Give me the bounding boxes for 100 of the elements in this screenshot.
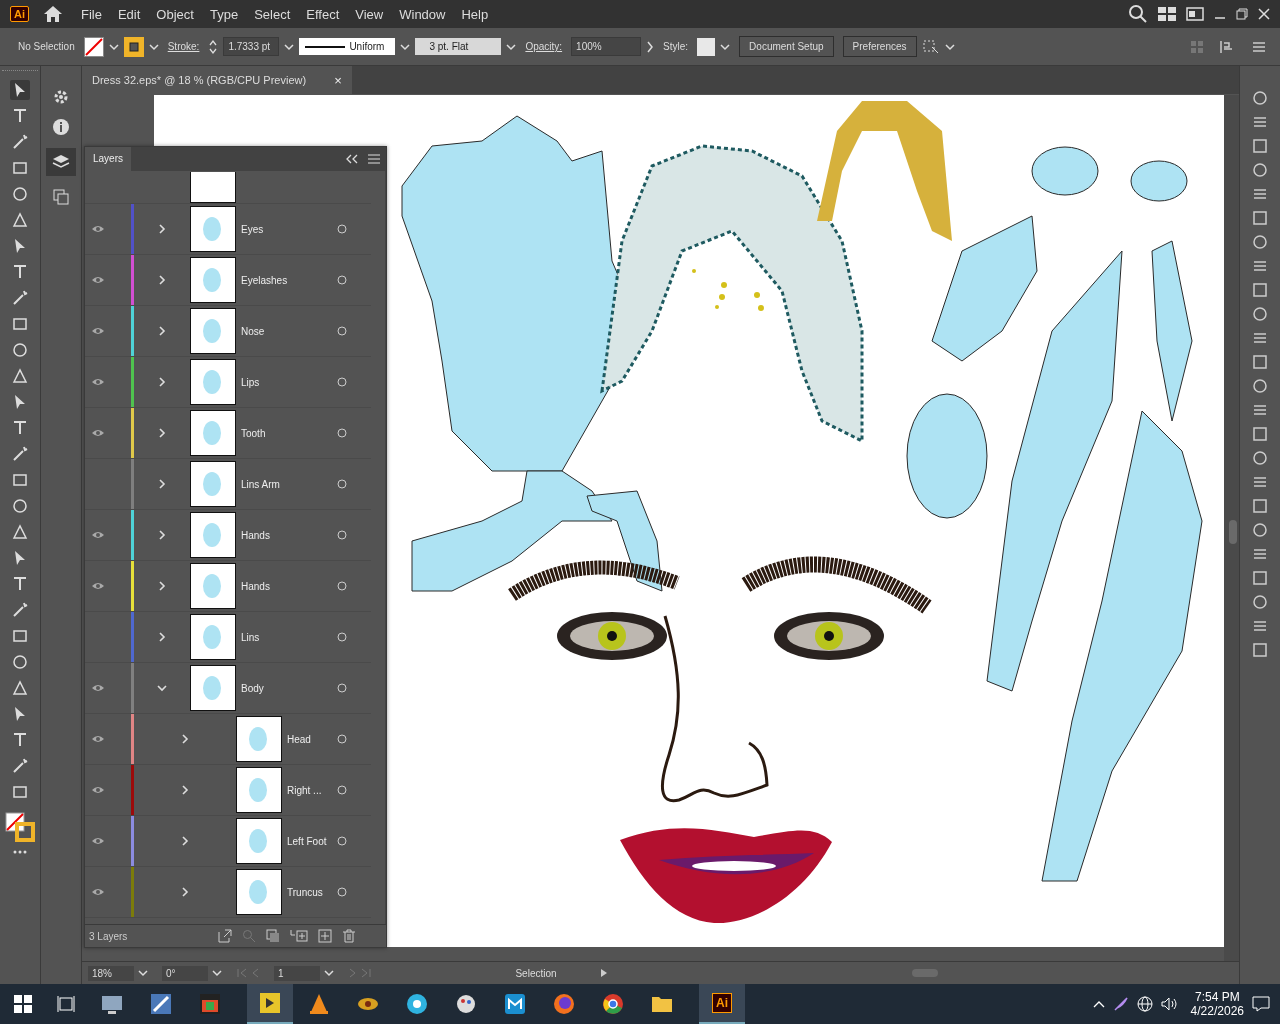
panel-icon[interactable] [1252, 426, 1268, 442]
style-swatch[interactable] [697, 37, 716, 56]
panel-icon[interactable] [1252, 258, 1268, 274]
dropdown-caret-icon[interactable] [284, 42, 295, 51]
menu-icon[interactable] [1252, 40, 1266, 53]
target-circle-icon[interactable] [337, 479, 347, 489]
panel-icon[interactable] [1252, 378, 1268, 394]
panel-icon[interactable] [1252, 642, 1268, 658]
more-tools-icon[interactable] [11, 848, 29, 856]
zoom-dropdown[interactable]: 18% [88, 965, 134, 981]
panel-icon[interactable] [1252, 90, 1268, 106]
notification-icon[interactable] [1252, 996, 1270, 1012]
target-circle-icon[interactable] [337, 326, 347, 336]
chevron-icon[interactable] [157, 224, 167, 234]
rotation-dropdown[interactable]: 0° [162, 965, 208, 981]
dropdown-caret-icon[interactable] [212, 969, 222, 977]
search-icon[interactable] [1128, 4, 1148, 24]
document-tab[interactable]: Dress 32.eps* @ 18 % (RGB/CPU Preview) × [82, 66, 352, 94]
panel-icon[interactable] [1252, 522, 1268, 538]
chevron-icon[interactable] [180, 836, 190, 846]
target-circle-icon[interactable] [337, 734, 347, 744]
chevron-icon[interactable] [157, 428, 167, 438]
app-taskbar-icon[interactable]: Ai [712, 993, 732, 1013]
target-circle-icon[interactable] [337, 275, 347, 285]
menu-item[interactable]: Effect [306, 6, 340, 22]
target-circle-icon[interactable] [337, 581, 347, 591]
panel-icon[interactable] [1252, 306, 1268, 322]
layer-row[interactable]: Truncus [85, 867, 371, 918]
panel-icon[interactable] [1252, 474, 1268, 490]
film-app-icon[interactable] [405, 992, 429, 1016]
panel-icon[interactable] [1252, 162, 1268, 178]
layer-row[interactable]: Left Foot [85, 816, 371, 867]
stroke-swatch-icon[interactable] [123, 36, 144, 57]
eye-icon[interactable] [91, 428, 105, 438]
toolbar-button[interactable]: Document Setup [739, 36, 834, 57]
clock-date[interactable]: 4/22/2026 [1190, 1004, 1244, 1018]
target-circle-icon[interactable] [337, 224, 347, 234]
chevron-icon[interactable] [157, 632, 167, 642]
panel-icon[interactable] [1252, 402, 1268, 418]
toolbar-button[interactable]: Preferences [842, 36, 917, 57]
m-app-icon[interactable] [503, 992, 527, 1016]
export-icon[interactable] [218, 929, 232, 943]
chevron-icon[interactable] [157, 581, 167, 591]
close-icon[interactable] [1258, 8, 1270, 20]
chevron-icon[interactable] [157, 275, 167, 285]
layer-row[interactable]: Eyelashes [85, 255, 371, 306]
opacity-field[interactable]: 100% [571, 37, 642, 56]
windows-start-icon[interactable] [14, 995, 32, 1013]
layer-row[interactable]: Right ... [85, 765, 371, 816]
menu-item[interactable]: View [355, 6, 384, 22]
dropdown-caret-icon[interactable] [400, 42, 411, 51]
layer-row[interactable]: Lins Arm [85, 459, 371, 510]
eye-icon[interactable] [91, 887, 105, 897]
eye-icon[interactable] [91, 581, 105, 591]
layer-row[interactable]: Lips [85, 357, 371, 408]
feather-icon[interactable] [1112, 996, 1129, 1012]
chevron-up-icon[interactable] [1092, 1000, 1105, 1008]
layer-row[interactable]: Hands [85, 561, 371, 612]
settings-icon[interactable] [52, 88, 70, 106]
play-icon[interactable] [600, 968, 608, 978]
globe-icon[interactable] [1136, 996, 1153, 1012]
dropdown-caret-icon[interactable] [506, 42, 517, 51]
eye-icon[interactable] [91, 275, 105, 285]
video-app-icon[interactable] [198, 992, 222, 1016]
target-circle-icon[interactable] [337, 428, 347, 438]
browser-app-icon[interactable] [552, 992, 576, 1016]
stroke-weight-field[interactable]: 1.7333 pt [223, 37, 280, 56]
transform-icon[interactable] [921, 38, 940, 55]
clipping-mask-icon[interactable] [266, 929, 280, 943]
eye-icon[interactable] [91, 326, 105, 336]
fill-swatch-icon[interactable] [83, 36, 104, 57]
stroke-profile-dropdown[interactable]: Uniform [299, 38, 396, 55]
menu-item[interactable]: Window [399, 6, 446, 22]
stroke-label[interactable]: Stroke: [167, 41, 200, 52]
panel-icon[interactable] [1252, 450, 1268, 466]
chevron-icon[interactable] [180, 785, 190, 795]
artboard-number-field[interactable]: 1 [274, 965, 320, 981]
chevron-icon[interactable] [180, 734, 190, 744]
layer-row[interactable]: Hands [85, 510, 371, 561]
layer-row[interactable]: Eyes [85, 204, 371, 255]
eye-icon[interactable] [91, 836, 105, 846]
panel-icon[interactable] [1252, 546, 1268, 562]
task-view-icon[interactable] [57, 995, 75, 1013]
menu-item[interactable]: Type [209, 6, 239, 22]
panel-icon[interactable] [1252, 330, 1268, 346]
target-circle-icon[interactable] [337, 632, 347, 642]
layer-row[interactable]: Lins [85, 612, 371, 663]
speaker-icon[interactable] [1160, 996, 1179, 1012]
panel-icon[interactable] [1252, 618, 1268, 634]
chevron-right-icon[interactable] [646, 40, 655, 53]
menu-item[interactable]: File [81, 6, 102, 22]
tab-close-button[interactable]: × [334, 72, 342, 88]
chevron-icon[interactable] [157, 479, 167, 489]
dropdown-caret-icon[interactable] [944, 42, 955, 51]
target-circle-icon[interactable] [337, 785, 347, 795]
panel-layout-icon[interactable] [1186, 7, 1204, 21]
opacity-label[interactable]: Opacity: [525, 41, 563, 52]
dropdown-caret-icon[interactable] [108, 42, 119, 51]
brush-dropdown[interactable]: 3 pt. Flat [415, 38, 502, 55]
eye-icon[interactable] [91, 734, 105, 744]
